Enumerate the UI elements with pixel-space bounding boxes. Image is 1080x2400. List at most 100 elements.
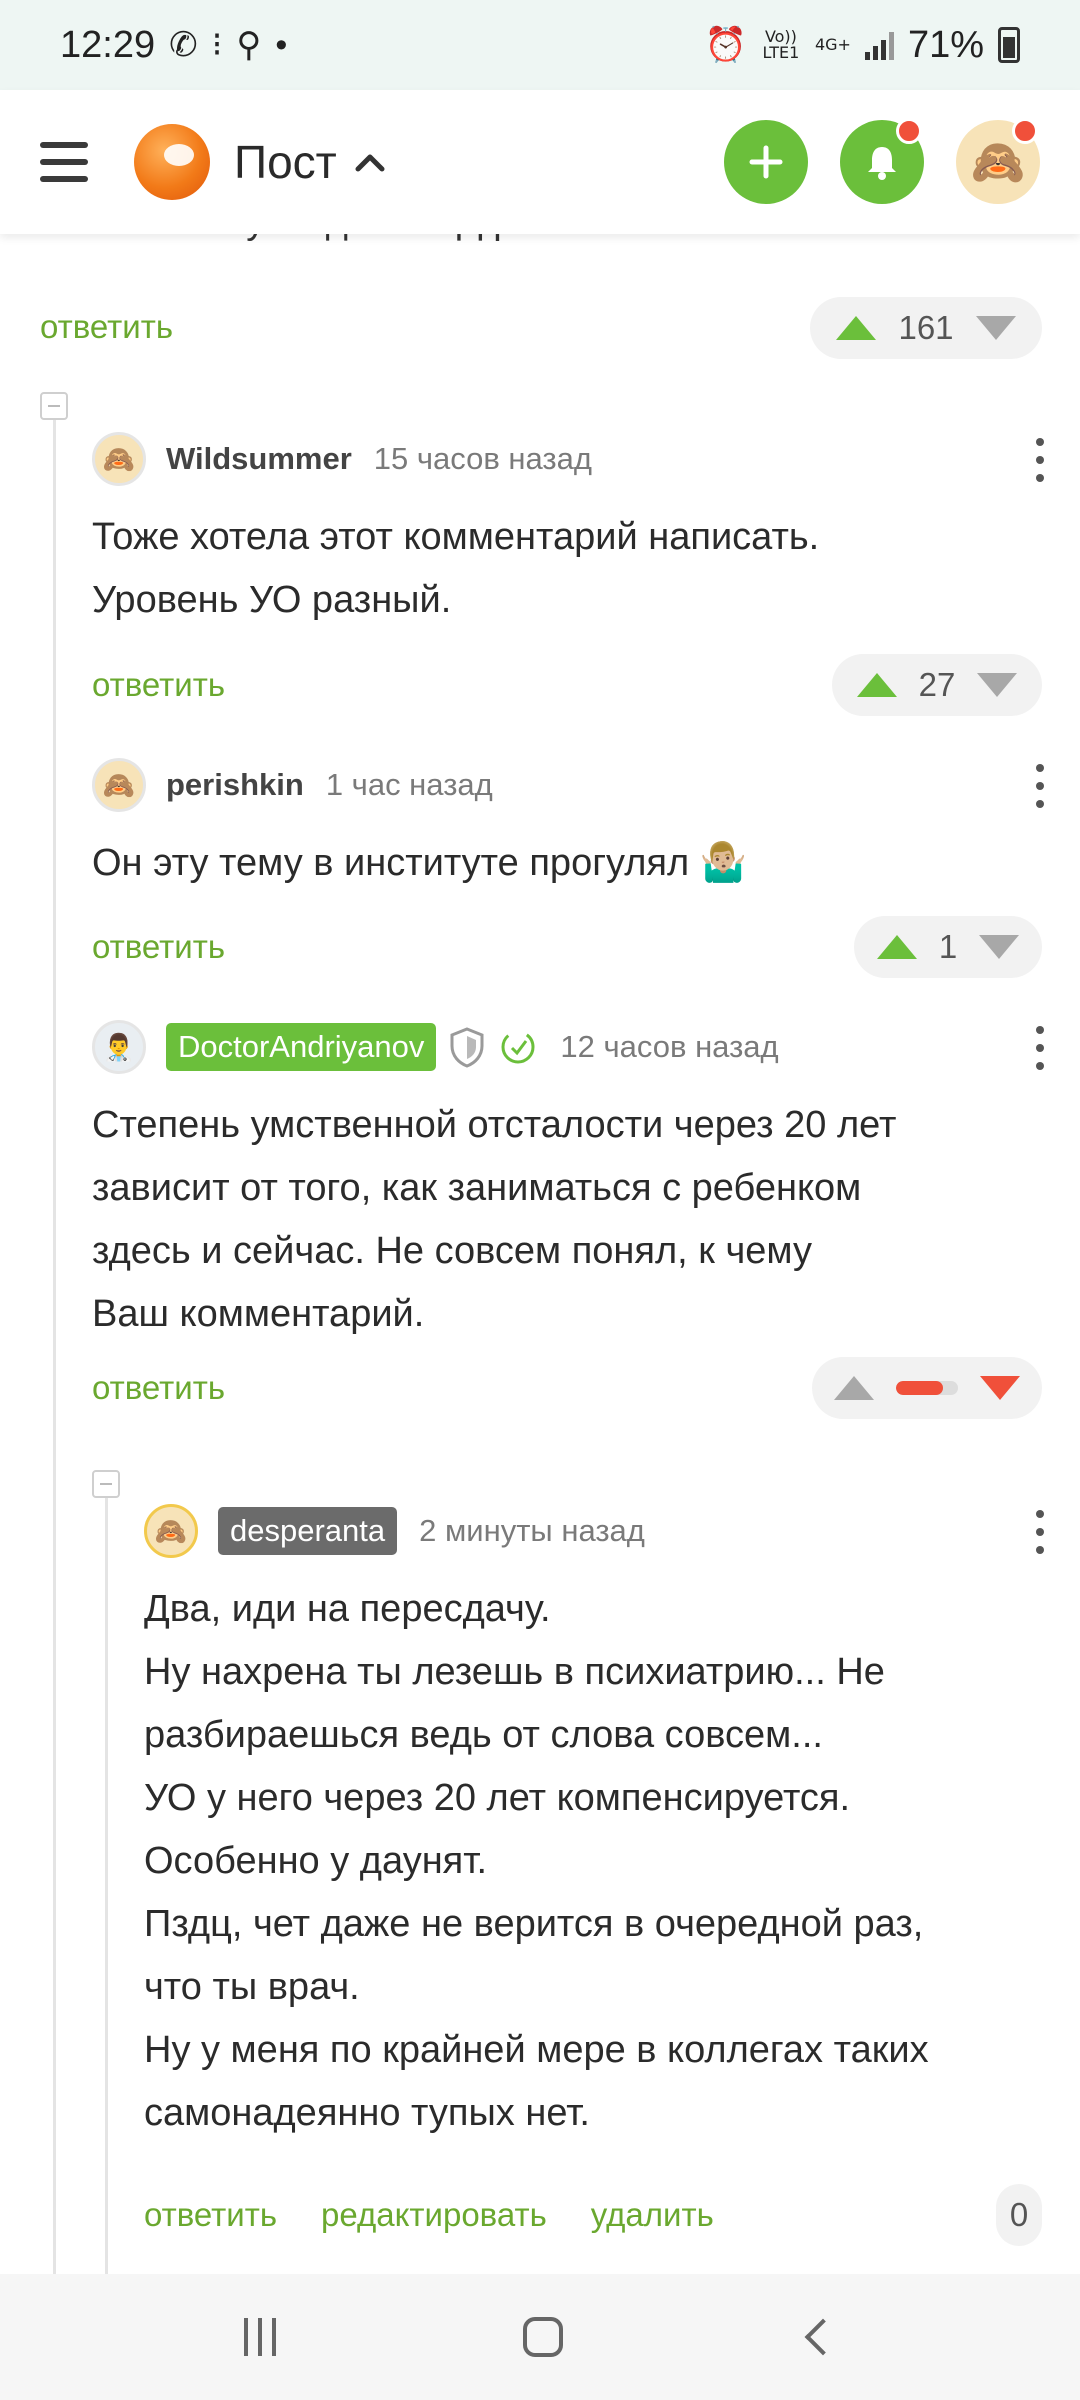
comment-header: 🙈 desperanta 2 минуты назад [144,1501,645,1561]
upvote-icon[interactable] [876,935,917,959]
comment-line: что ты врач. [144,1966,360,2008]
status-bar: 12:29 ✆ ⁝ ⚲ • ⏰ Vo)) LTE1 4G+ 71% [0,0,1080,90]
comment-line: Ваш комментарий. [92,1293,425,1335]
comments-feed[interactable]: отсталости у людей с СД разная. ответить… [0,234,1080,2274]
avatar[interactable]: 🙈 [144,1504,198,1558]
downvote-icon[interactable] [980,1376,1020,1400]
more-options-icon[interactable] [1030,1026,1050,1070]
more-options-icon[interactable] [1030,764,1050,808]
comment-time: 15 часов назад [373,441,592,476]
comment-line: Ну у меня по крайней мере в коллегах так… [144,2029,929,2071]
notifications-button[interactable] [840,118,924,204]
avatar[interactable]: 🙈 [92,432,146,486]
page-title[interactable]: Пост [234,135,385,189]
shield-icon [450,1027,484,1068]
battery-icon [998,27,1020,63]
reply-link[interactable]: ответить [144,2196,277,2234]
comment-text: Тоже хотела этот комментарий написать. У… [92,506,819,632]
comment-line: самонадеянно тупых нет. [144,2092,590,2134]
comment-actions: ответить редактировать удалить [144,2196,758,2234]
recent-apps-icon[interactable] [243,2318,276,2356]
edit-link[interactable]: редактировать [321,2196,547,2234]
avatar[interactable]: 🙈 [92,758,146,812]
add-post-button[interactable] [724,120,808,204]
comment-time: 1 час назад [325,767,493,802]
comment-time: 2 минуты назад [419,1513,645,1548]
medic-badge-icon [501,1030,535,1064]
hidden-rating-bar [896,1381,958,1395]
comment-time: 12 часов назад [560,1029,779,1064]
menu-icon[interactable] [40,142,88,182]
network-label: 4G+ [814,35,851,54]
reply-link[interactable]: ответить [92,1369,225,1407]
vote-widget: 1 [854,916,1042,978]
username[interactable]: Wildsummer [166,441,352,477]
avatar[interactable]: 👨‍⚕️ [92,1020,146,1074]
reply-link[interactable]: ответить [92,666,225,704]
delete-link[interactable]: удалить [591,2196,714,2234]
system-nav-bar [0,2274,1080,2400]
rating-value: 27 [918,666,956,703]
rating-value: 1 [938,928,958,965]
more-options-icon[interactable] [1030,1510,1050,1554]
signal-icon [864,30,894,60]
downvote-icon[interactable] [975,316,1016,340]
chevron-up-icon [355,154,385,172]
comment-text: Он эту тему в институте прогулял 🤷🏼‍♂️ [92,832,747,895]
thread-line-nested [105,1486,108,2274]
collapse-thread-button[interactable] [40,392,68,420]
reply-link[interactable]: ответить [92,928,225,966]
reply-link[interactable]: ответить [40,308,173,346]
notification-badge [896,118,922,144]
vote-widget: 27 [832,654,1042,716]
upvote-icon[interactable] [834,1376,874,1400]
app-header: Пост 🙈 [0,90,1080,234]
alarm-icon: ⏰ [704,26,747,64]
rating-bar-fill [896,1381,943,1395]
comment-header: 🙈 perishkin 1 час назад [92,755,493,815]
back-icon[interactable] [804,2318,842,2356]
comment-line: Уровень УО разный. [92,579,452,621]
partial-comment-text: отсталости у людей с СД разная. [40,234,626,243]
home-icon[interactable] [522,2317,563,2357]
page-title-label: Пост [234,136,337,188]
vote-widget: 161 [810,297,1042,359]
more-options-icon[interactable] [1030,438,1050,482]
comment-line: зависит от того, как заниматься с ребенк… [92,1167,862,1209]
rating-value: 0 [1009,2196,1029,2233]
avatar-face-icon: 🙈 [970,138,1026,187]
profile-avatar[interactable]: 🙈 [956,118,1040,204]
search-status-icon: ⚲ [236,26,262,64]
comment-text: Два, иди на пересдачу. Ну нахрена ты лез… [144,1578,929,2145]
comment-line: УО у него через 20 лет компенсируется. [144,1777,851,1819]
comment-text: Степень умственной отсталости через 20 л… [92,1094,896,1346]
profile-badge [1012,118,1038,144]
upvote-icon[interactable] [836,316,877,340]
username[interactable]: desperanta [218,1507,398,1555]
battery-percent: 71% [907,23,984,66]
comment-line: Он эту тему в институте прогулял 🤷🏼‍♂️ [92,842,748,884]
comment-line: Особенно у даунят. [144,1840,488,1882]
more-dot-icon: • [275,25,288,64]
username[interactable]: DoctorAndriyanov [166,1023,437,1071]
comment-header: 👨‍⚕️ DoctorAndriyanov 12 часов назад [92,1017,779,1077]
username[interactable]: perishkin [166,767,304,803]
thread-line [53,409,56,2274]
bell-icon [868,147,896,180]
comment-header: 🙈 Wildsummer 15 часов назад [92,429,592,489]
comment-line: Два, иди на пересдачу. [144,1588,551,1630]
collapse-thread-button-nested[interactable] [92,1470,120,1498]
downvote-icon[interactable] [979,935,1020,959]
upvote-icon[interactable] [856,673,897,697]
comment-line: Степень умственной отсталости через 20 л… [92,1104,897,1146]
downvote-icon[interactable] [977,673,1018,697]
rating-value: 161 [898,309,954,346]
pikabu-logo[interactable] [134,124,210,200]
vote-widget: 0 [996,2184,1042,2246]
status-time: 12:29 [60,23,156,66]
plus-icon [749,145,783,179]
comment-line: Пздц, чет даже не верится в очередной ра… [144,1903,924,1945]
comment-line: Ну нахрена ты лезешь в психиатрию... Не [144,1651,885,1693]
comment-line: Тоже хотела этот комментарий написать. [92,516,820,558]
vote-widget [812,1357,1042,1419]
